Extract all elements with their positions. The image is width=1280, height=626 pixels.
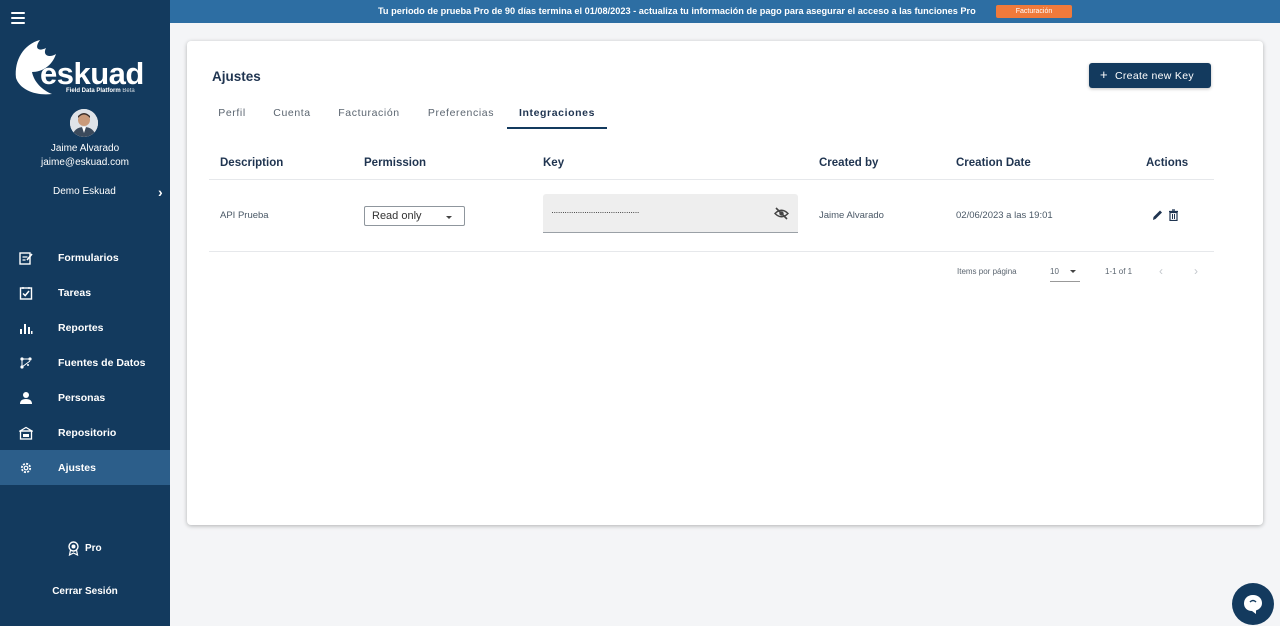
- api-key-field[interactable]: ········································: [543, 194, 798, 233]
- tab-facturacion[interactable]: Facturación: [329, 101, 409, 129]
- logo-subtitle: Field Data Platform Beta: [66, 88, 135, 94]
- paginator: Items por página 10 1-1 of 1 ‹ ›: [957, 264, 1217, 282]
- trial-banner-text: Tu periodo de prueba Pro de 90 días term…: [378, 6, 976, 16]
- column-header-created-by: Created by: [819, 157, 879, 169]
- task-check-icon: [19, 287, 33, 300]
- sidebar-item-personas[interactable]: Personas: [0, 380, 170, 415]
- tab-perfil[interactable]: Perfil: [205, 101, 259, 129]
- tab-integraciones[interactable]: Integraciones: [507, 101, 607, 129]
- repository-icon: [19, 426, 33, 440]
- menu-icon[interactable]: [11, 12, 25, 24]
- cell-creation-date: 02/06/2023 a las 19:01: [956, 210, 1053, 221]
- sidebar-item-label: Reportes: [58, 322, 104, 334]
- sidebar-nav: Formularios Tareas Reportes Fuentes de D…: [0, 240, 170, 485]
- sidebar-item-label: Personas: [58, 392, 106, 404]
- billing-button[interactable]: Facturación: [996, 5, 1072, 18]
- plus-icon: +: [1100, 67, 1108, 82]
- column-header-creation-date: Creation Date: [956, 157, 1031, 169]
- sidebar-item-fuentes-de-datos[interactable]: Fuentes de Datos: [0, 345, 170, 380]
- person-icon: [20, 392, 32, 404]
- sidebar-item-label: Tareas: [58, 287, 92, 299]
- delete-trash-icon[interactable]: [1168, 209, 1179, 221]
- eye-off-icon[interactable]: [774, 207, 789, 220]
- pro-label: Pro: [85, 543, 102, 554]
- table-row: API Prueba Read only ···················…: [209, 181, 1214, 252]
- column-header-actions: Actions: [1146, 157, 1189, 169]
- page-range: 1-1 of 1: [1105, 267, 1133, 276]
- sidebar: eskuad Field Data Platform Beta Jaime Al…: [0, 0, 170, 626]
- page-size-value: 10: [1050, 267, 1059, 276]
- sidebar-item-tareas[interactable]: Tareas: [0, 275, 170, 310]
- logo-text: eskuad: [40, 56, 144, 91]
- next-page-icon[interactable]: ›: [1190, 264, 1202, 278]
- permission-select[interactable]: Read only: [364, 206, 465, 226]
- sidebar-item-label: Fuentes de Datos: [58, 357, 146, 369]
- sidebar-item-label: Repositorio: [58, 427, 117, 439]
- caret-down-icon: [446, 216, 452, 219]
- page-size-select[interactable]: 10: [1050, 264, 1080, 282]
- cell-description: API Prueba: [220, 210, 269, 221]
- eskuad-logo: eskuad Field Data Platform Beta: [12, 38, 158, 100]
- user-email: jaime@eskuad.com: [41, 157, 129, 168]
- tab-cuenta[interactable]: Cuenta: [265, 101, 319, 129]
- table-header: Description Permission Key Created by Cr…: [209, 156, 1214, 180]
- org-name: Demo Eskuad: [53, 186, 116, 197]
- trial-banner: Tu periodo de prueba Pro de 90 días term…: [170, 0, 1280, 23]
- create-new-key-button[interactable]: + Create new Key: [1089, 63, 1211, 88]
- sidebar-item-reportes[interactable]: Reportes: [0, 310, 170, 345]
- sidebar-item-ajustes[interactable]: Ajustes: [0, 450, 170, 485]
- settings-card: Ajustes + Create new Key Perfil Cuenta F…: [187, 41, 1263, 525]
- caret-down-icon: [1070, 270, 1076, 273]
- bar-chart-icon: [20, 324, 33, 334]
- cell-created-by: Jaime Alvarado: [819, 210, 884, 221]
- logo-beta: Beta: [122, 88, 135, 94]
- api-key-value: ········································: [551, 207, 640, 217]
- items-per-page-label: Items por página: [957, 267, 1017, 276]
- avatar[interactable]: [70, 109, 98, 137]
- logout-button[interactable]: Cerrar Sesión: [0, 586, 170, 597]
- previous-page-icon[interactable]: ‹: [1155, 264, 1167, 278]
- data-source-icon: [20, 357, 32, 369]
- create-new-key-label: Create new Key: [1115, 70, 1194, 82]
- sidebar-item-label: Ajustes: [58, 462, 96, 474]
- edit-pencil-icon[interactable]: [1152, 209, 1163, 221]
- chevron-right-icon: ›: [158, 184, 163, 200]
- org-switcher[interactable]: Demo Eskuad ›: [0, 184, 170, 200]
- settings-tabs: Perfil Cuenta Facturación Preferencias I…: [205, 101, 625, 129]
- column-header-description: Description: [220, 157, 284, 169]
- chat-support-button[interactable]: [1232, 583, 1274, 625]
- page-title: Ajustes: [212, 69, 261, 84]
- sidebar-item-label: Formularios: [58, 252, 119, 264]
- row-actions: [1152, 209, 1182, 223]
- column-header-key: Key: [543, 157, 565, 169]
- form-icon: [19, 252, 33, 265]
- tab-preferencias[interactable]: Preferencias: [419, 101, 503, 129]
- chat-bubble-icon: [1244, 595, 1262, 614]
- badge-award-icon: [68, 541, 79, 556]
- sidebar-item-formularios[interactable]: Formularios: [0, 240, 170, 275]
- sidebar-item-repositorio[interactable]: Repositorio: [0, 415, 170, 450]
- user-name: Jaime Alvarado: [50, 143, 120, 154]
- permission-value: Read only: [372, 210, 422, 222]
- gear-icon: [20, 462, 32, 474]
- column-header-permission: Permission: [364, 157, 426, 169]
